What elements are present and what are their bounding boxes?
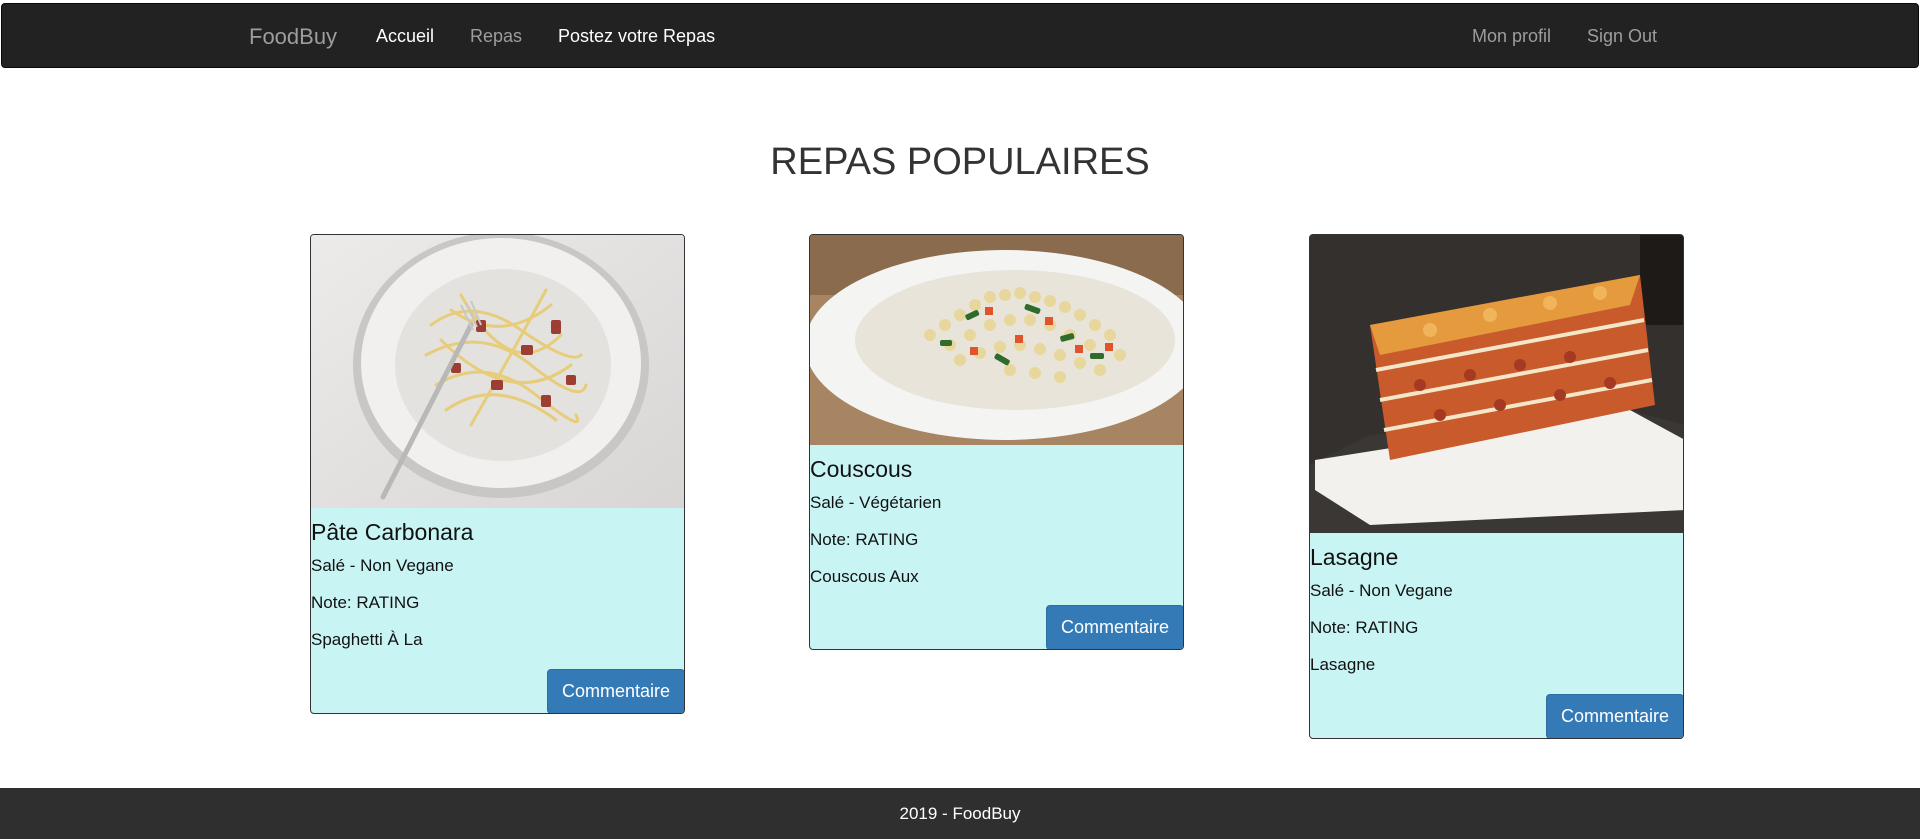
top-navbar: FoodBuy Accueil Repas Postez votre Repas… bbox=[1, 3, 1919, 68]
meal-card: Lasagne Salé - Non Vegane Note: RATING L… bbox=[1309, 234, 1684, 739]
meal-category: Salé - Non Vegane bbox=[311, 556, 454, 575]
meal-image[interactable] bbox=[1310, 235, 1683, 533]
meal-description: Lasagne bbox=[1310, 655, 1376, 674]
meal-name: Pâte Carbonara bbox=[311, 519, 474, 545]
comment-button[interactable]: Commentaire bbox=[1546, 694, 1683, 738]
meal-card: Couscous Salé - Végétarien Note: RATING … bbox=[809, 234, 1184, 650]
comment-button[interactable]: Commentaire bbox=[1046, 605, 1183, 649]
couscous-image bbox=[810, 235, 1183, 445]
brand-link[interactable]: FoodBuy bbox=[249, 4, 337, 69]
meal-description: Couscous Aux bbox=[810, 567, 919, 586]
footer-text: 2019 - FoodBuy bbox=[899, 804, 1021, 823]
meal-rating: Note: RATING bbox=[1310, 618, 1419, 637]
nav-link-repas[interactable]: Repas bbox=[470, 4, 522, 69]
meal-rating: Note: RATING bbox=[810, 530, 919, 549]
meal-image[interactable] bbox=[810, 235, 1183, 445]
page-title: REPAS POPULAIRES bbox=[770, 141, 1150, 183]
meal-card: Pâte Carbonara Salé - Non Vegane Note: R… bbox=[310, 234, 685, 714]
meal-category: Salé - Non Vegane bbox=[1310, 581, 1453, 600]
meal-description: Spaghetti À La bbox=[311, 630, 423, 649]
lasagne-image bbox=[1310, 235, 1683, 533]
meal-image[interactable] bbox=[311, 235, 684, 508]
nav-link-postez-repas[interactable]: Postez votre Repas bbox=[558, 4, 715, 69]
nav-link-accueil[interactable]: Accueil bbox=[376, 4, 434, 69]
carbonara-image bbox=[311, 235, 684, 508]
nav-link-mon-profil[interactable]: Mon profil bbox=[1472, 4, 1551, 69]
nav-link-sign-out[interactable]: Sign Out bbox=[1587, 4, 1657, 69]
comment-button[interactable]: Commentaire bbox=[547, 669, 684, 713]
meal-name: Lasagne bbox=[1310, 544, 1399, 570]
page-footer: 2019 - FoodBuy bbox=[0, 788, 1920, 839]
meal-name: Couscous bbox=[810, 456, 913, 482]
meal-category: Salé - Végétarien bbox=[810, 493, 942, 512]
meal-rating: Note: RATING bbox=[311, 593, 420, 612]
